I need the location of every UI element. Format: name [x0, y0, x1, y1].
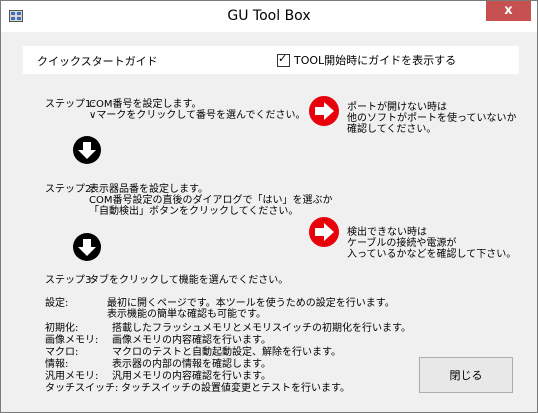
- checkbox-checked-icon[interactable]: [277, 52, 290, 67]
- step1-line1: COM番号を設定します。: [89, 99, 202, 110]
- close-window-button[interactable]: x: [486, 1, 531, 21]
- close-icon: x: [504, 3, 513, 18]
- desc-label-macro: マクロ:: [45, 347, 79, 358]
- app-window: GU Tool Box x クイックスタートガイド TOOL開始時にガイドを表示…: [0, 0, 538, 413]
- step2-line2: COM番号設定の直後のダイアログで「はい」を選ぶか: [89, 195, 333, 206]
- note1-line3: 確認してください。: [347, 124, 437, 135]
- guide-header: クイックスタートガイド TOOL開始時にガイドを表示する: [23, 46, 519, 74]
- desc-text-general-memory: 汎用メモリの内容確認を行います。: [112, 371, 271, 382]
- desc-text-touch-switch: タッチスイッチの設置値変更とテストを行います。: [121, 383, 350, 394]
- step1-line2: ∨マークをクリックして番号を選んでください。: [89, 110, 306, 121]
- desc-label-info: 情報:: [45, 359, 69, 370]
- down-arrow-icon: [73, 233, 101, 261]
- window-title: GU Tool Box: [227, 8, 311, 24]
- note2-line3: 入っているかなどを確認して下さい。: [347, 249, 517, 260]
- desc-text-init: 搭載したフラッシュメモリとメモリスイッチの初期化を行います。: [112, 323, 411, 334]
- desc-text-settings-2: 表示機能の簡単な確認も可能です。: [107, 309, 266, 320]
- desc-label-init: 初期化:: [45, 323, 79, 334]
- close-button[interactable]: 閉じる: [419, 357, 513, 393]
- desc-text-image-memory: 画像メモリの内容確認を行います。: [112, 335, 271, 346]
- desc-text-settings: 最初に開くページです。本ツールを使うための設定を行います。: [107, 298, 395, 309]
- guide-title: クイックスタートガイド: [37, 55, 158, 68]
- desc-label-touch-switch: タッチスイッチ:: [45, 383, 119, 394]
- desc-label-general-memory: 汎用メモリ:: [45, 371, 99, 382]
- right-arrow-icon: [309, 217, 339, 247]
- desc-text-info: 表示器の内部の情報を確認します。: [112, 359, 271, 370]
- close-button-label: 閉じる: [449, 369, 483, 382]
- down-arrow-icon: [73, 136, 101, 164]
- title-bar: GU Tool Box x: [1, 1, 537, 32]
- desc-text-macro: マクロのテストと自動起動設定、解除を行います。: [112, 347, 341, 358]
- step2-line1: 表示器品番を設定します。: [89, 184, 208, 195]
- desc-label-image-memory: 画像メモリ:: [45, 335, 99, 346]
- step3-label: ステップ3:: [45, 275, 95, 286]
- client-area: クイックスタートガイド TOOL開始時にガイドを表示する ステップ1: COM番…: [9, 32, 528, 404]
- note1-line1: ポートが開けない時は: [347, 102, 447, 113]
- right-arrow-icon: [309, 96, 339, 126]
- show-guide-checkbox[interactable]: TOOL開始時にガイドを表示する: [277, 52, 456, 68]
- step1-label: ステップ1:: [45, 99, 95, 110]
- note2-line2: ケーブルの接続や電源が: [347, 238, 457, 249]
- note1-line2: 他のソフトがポートを使っていないか: [347, 113, 517, 124]
- step2-line3: 「自動検出」ボタンをクリックしてください。: [89, 206, 299, 217]
- note2-line1: 検出できない時は: [347, 227, 427, 238]
- step3-line1: タブをクリックして機能を選んでください。: [89, 275, 289, 286]
- step2-label: ステップ2:: [45, 184, 95, 195]
- desc-label-settings: 設定:: [45, 298, 69, 309]
- show-guide-label: TOOL開始時にガイドを表示する: [294, 54, 457, 67]
